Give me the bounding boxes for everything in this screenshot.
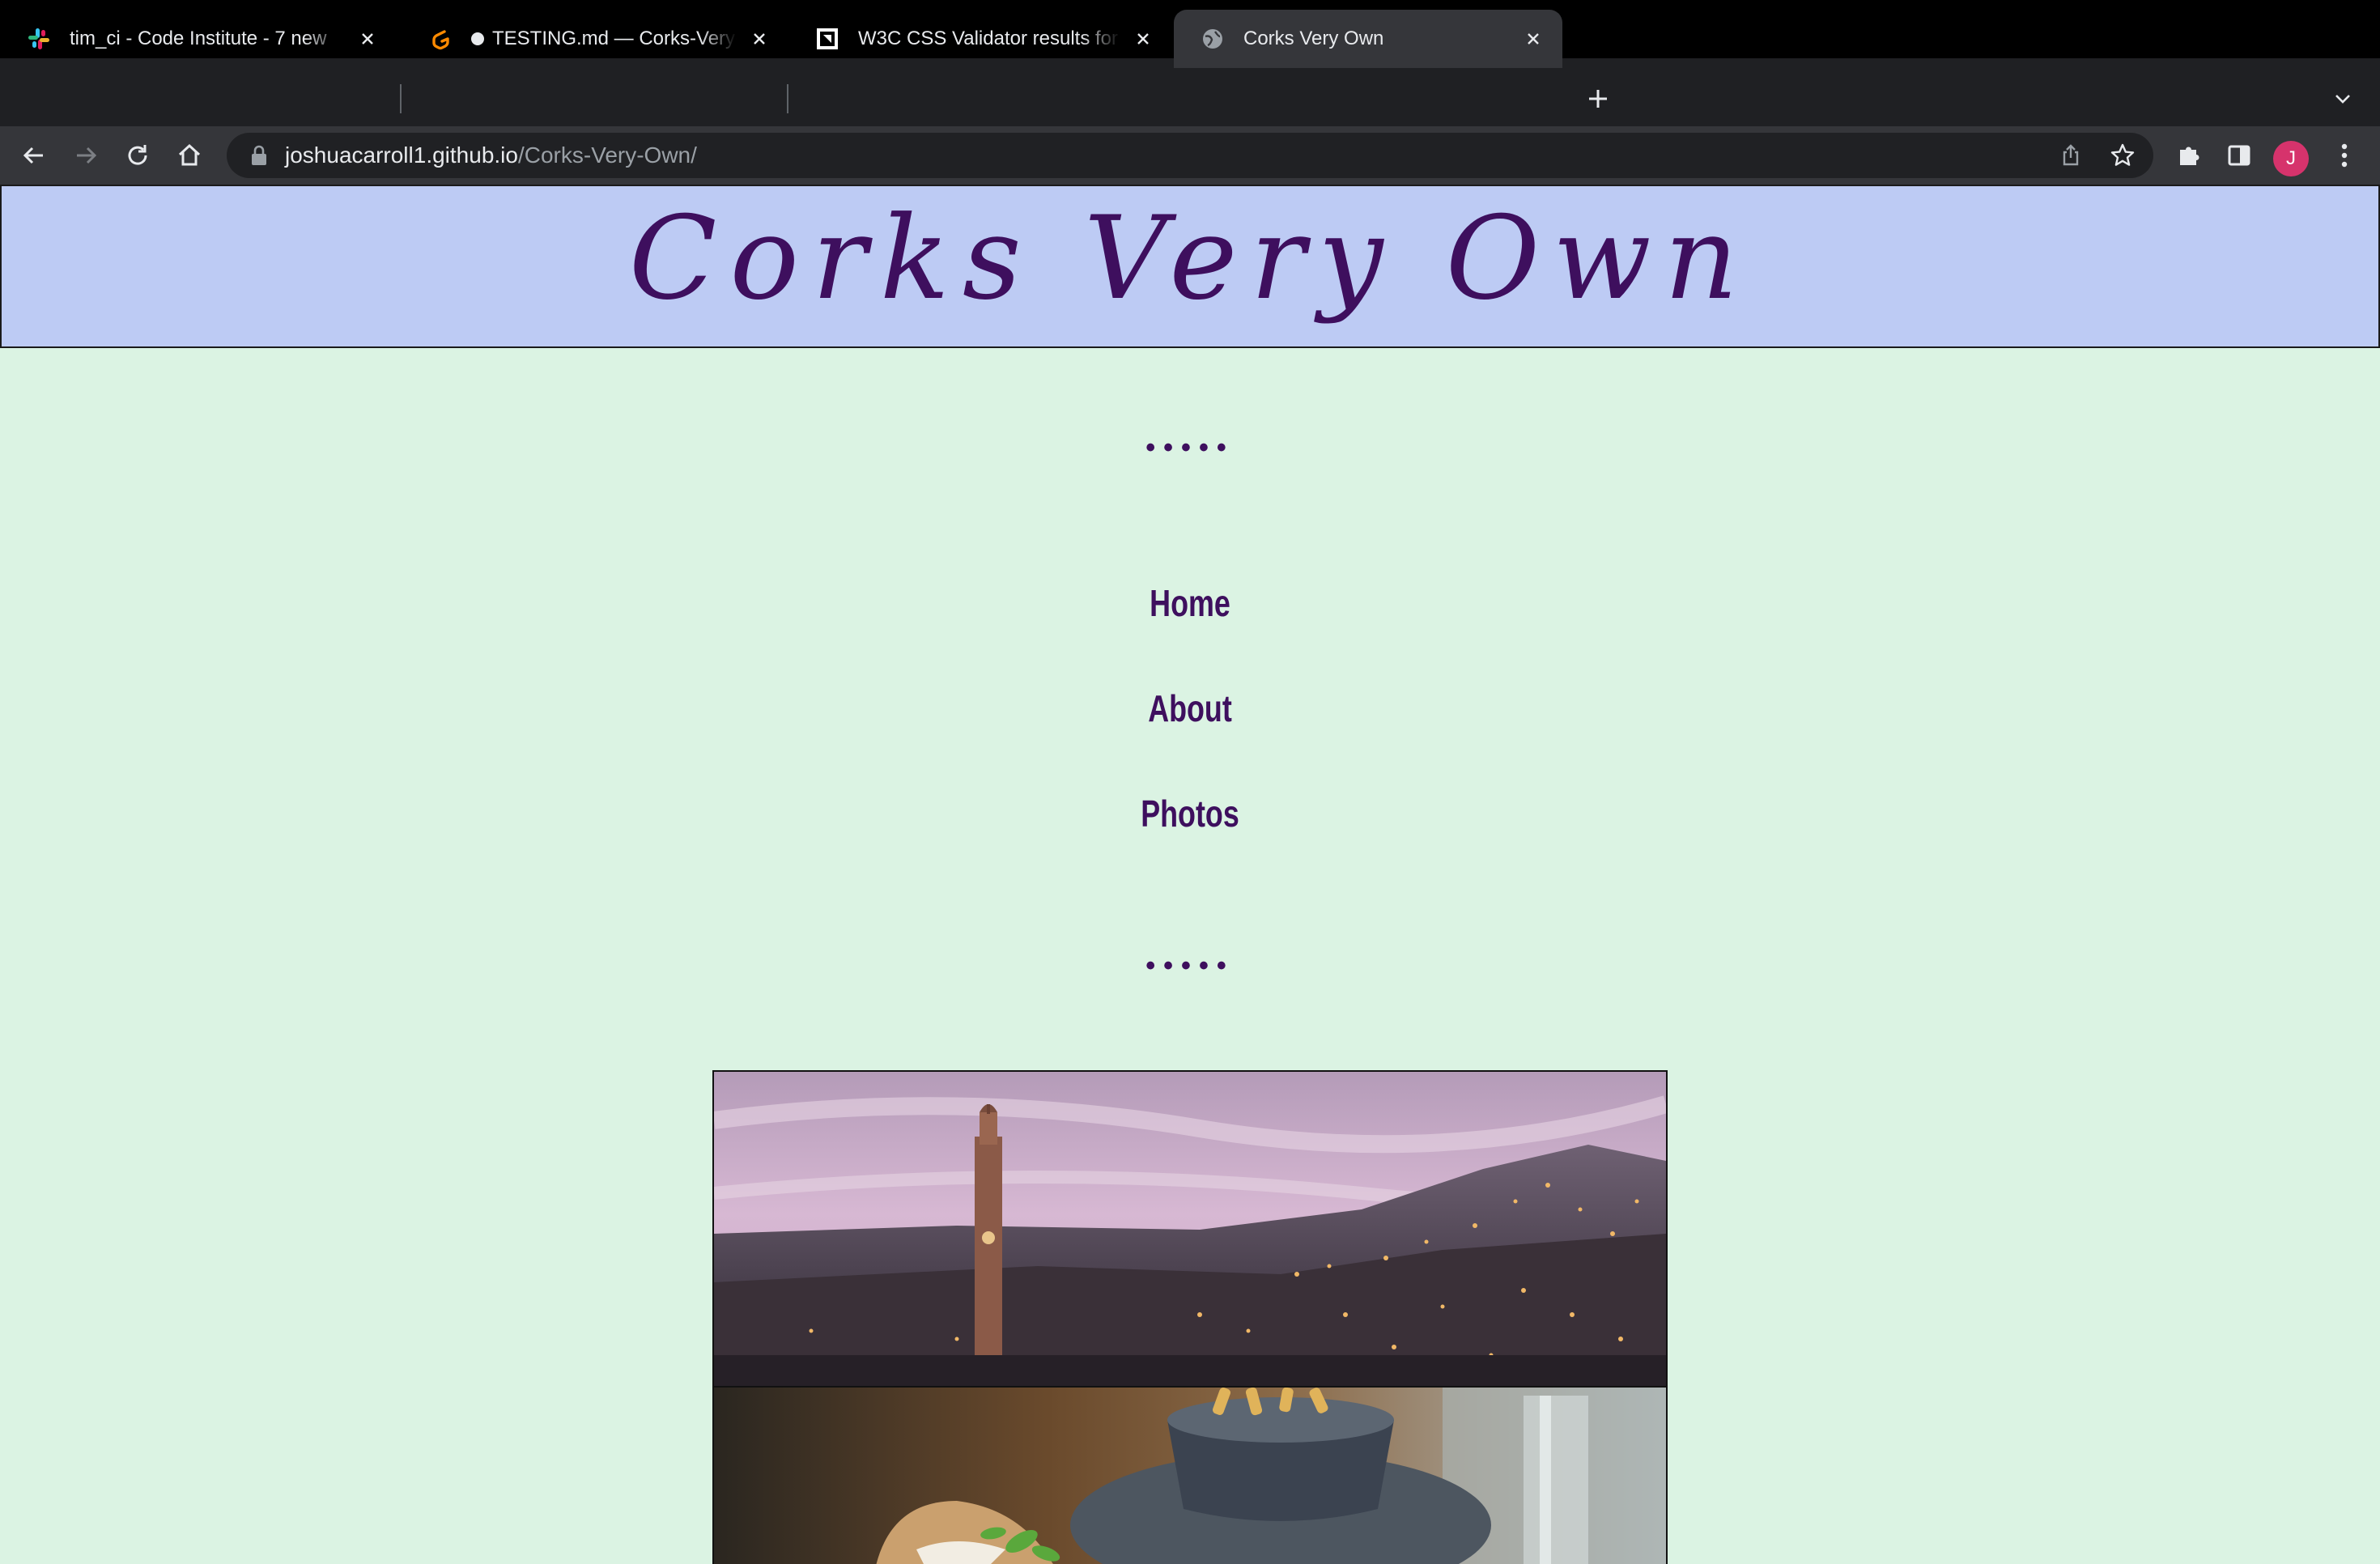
- new-tab-button[interactable]: [1580, 81, 1616, 117]
- cork-skyline-image: [712, 1070, 1668, 1389]
- nav-divider-top: •••••: [1145, 432, 1235, 463]
- globe-icon: [1200, 26, 1226, 52]
- tab-corks-very-own[interactable]: Corks Very Own: [1174, 10, 1562, 68]
- nav-link-home[interactable]: Home: [261, 581, 2118, 625]
- unsaved-dot-icon: [471, 32, 484, 45]
- url-path: /Corks-Very-Own/: [517, 142, 697, 168]
- more-menu-icon[interactable]: [2325, 136, 2364, 175]
- tab-separator: [787, 84, 788, 113]
- home-icon[interactable]: [170, 136, 209, 175]
- nav-link-about[interactable]: About: [261, 686, 2118, 730]
- close-icon[interactable]: [1130, 26, 1156, 52]
- back-arrow-icon[interactable]: [15, 136, 53, 175]
- nav-link-photos[interactable]: Photos: [261, 792, 2118, 835]
- tab-w3c[interactable]: W3C CSS Validator results for: [788, 10, 1172, 68]
- url-host: joshuacarroll1.github.io: [285, 142, 518, 168]
- slack-icon: [26, 26, 52, 52]
- nav-divider-bottom: •••••: [1145, 950, 1235, 981]
- w3c-icon: [814, 26, 840, 52]
- tab-title: W3C CSS Validator results for: [858, 28, 1118, 49]
- site-header: Corks Very Own: [0, 185, 2380, 348]
- share-icon[interactable]: [2051, 136, 2090, 175]
- sandwich-fries-image: [712, 1386, 1668, 1564]
- extensions-puzzle-icon[interactable]: [2170, 136, 2208, 175]
- site-title[interactable]: Corks Very Own: [629, 192, 1751, 325]
- tab-strip: [0, 58, 2380, 126]
- url-text: joshuacarroll1.github.io/Corks-Very-Own/: [285, 142, 697, 168]
- lock-icon[interactable]: [246, 142, 272, 168]
- browser-toolbar: joshuacarroll1.github.io/Corks-Very-Own/…: [0, 126, 2380, 185]
- gitpod-icon: [427, 26, 453, 52]
- tab-separator: [400, 84, 402, 113]
- tab-title: TESTING.md — Corks-Very-: [492, 28, 737, 49]
- tab-search-chevron-icon[interactable]: [2325, 81, 2361, 117]
- close-icon[interactable]: [1520, 26, 1546, 52]
- close-icon[interactable]: [355, 26, 380, 52]
- profile-avatar[interactable]: J: [2273, 141, 2309, 176]
- tab-gitpod[interactable]: TESTING.md — Corks-Very-: [402, 10, 788, 68]
- address-bar[interactable]: joshuacarroll1.github.io/Corks-Very-Own/: [227, 133, 2153, 178]
- side-panel-icon[interactable]: [2220, 136, 2259, 175]
- close-icon[interactable]: [746, 26, 772, 52]
- tab-title: tim_ci - Code Institute - 7 new: [70, 28, 327, 49]
- bookmark-star-icon[interactable]: [2103, 136, 2142, 175]
- tab-title: Corks Very Own: [1243, 28, 1384, 49]
- forward-arrow-icon[interactable]: [66, 136, 105, 175]
- tab-slack[interactable]: tim_ci - Code Institute - 7 new: [0, 10, 397, 68]
- reload-icon[interactable]: [118, 136, 157, 175]
